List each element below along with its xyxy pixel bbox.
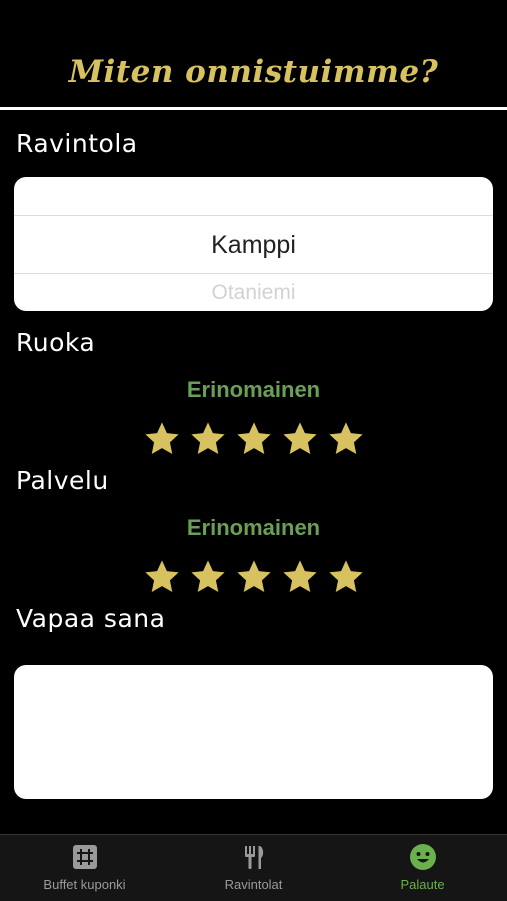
page-title: Miten onnistuimme? — [68, 53, 439, 90]
star-icon[interactable] — [327, 558, 365, 596]
star-icon[interactable] — [143, 420, 181, 458]
picker-next-option[interactable]: Otaniemi — [14, 281, 493, 305]
tab-buffet-coupon[interactable]: Buffet kuponki — [0, 835, 169, 901]
star-icon[interactable] — [281, 420, 319, 458]
food-label: Ruoka — [16, 328, 96, 357]
tab-restaurants[interactable]: Ravintolat — [169, 835, 338, 901]
smiley-icon — [409, 844, 436, 870]
service-rating-text: Erinomainen — [186, 515, 321, 540]
food-stars[interactable] — [0, 420, 507, 458]
header: Miten onnistuimme? — [0, 0, 507, 110]
star-icon[interactable] — [235, 558, 273, 596]
picker-divider-bottom — [14, 273, 493, 274]
grid-icon — [72, 845, 97, 869]
restaurant-label: Ravintola — [16, 129, 138, 158]
star-icon[interactable] — [281, 558, 319, 596]
tab-label: Buffet kuponki — [43, 877, 126, 892]
tab-bar: Buffet kuponki Ravintolat Palaute — [0, 834, 507, 901]
service-stars[interactable] — [0, 558, 507, 596]
restaurant-picker[interactable]: Kamppi Otaniemi — [14, 177, 493, 311]
fork-knife-icon — [244, 846, 263, 869]
free-text-label: Vapaa sana — [16, 604, 166, 633]
food-rating-text: Erinomainen — [186, 377, 321, 402]
picker-selected-option[interactable]: Kamppi — [14, 217, 493, 273]
star-icon[interactable] — [143, 558, 181, 596]
service-label: Palvelu — [16, 466, 109, 495]
picker-divider-top — [14, 215, 493, 216]
star-icon[interactable] — [235, 420, 273, 458]
star-icon[interactable] — [189, 420, 227, 458]
free-text-input[interactable] — [14, 665, 493, 799]
tab-label: Palaute — [400, 877, 445, 892]
tab-feedback[interactable]: Palaute — [338, 835, 507, 901]
star-icon[interactable] — [327, 420, 365, 458]
star-icon[interactable] — [189, 558, 227, 596]
tab-label: Ravintolat — [224, 877, 283, 892]
